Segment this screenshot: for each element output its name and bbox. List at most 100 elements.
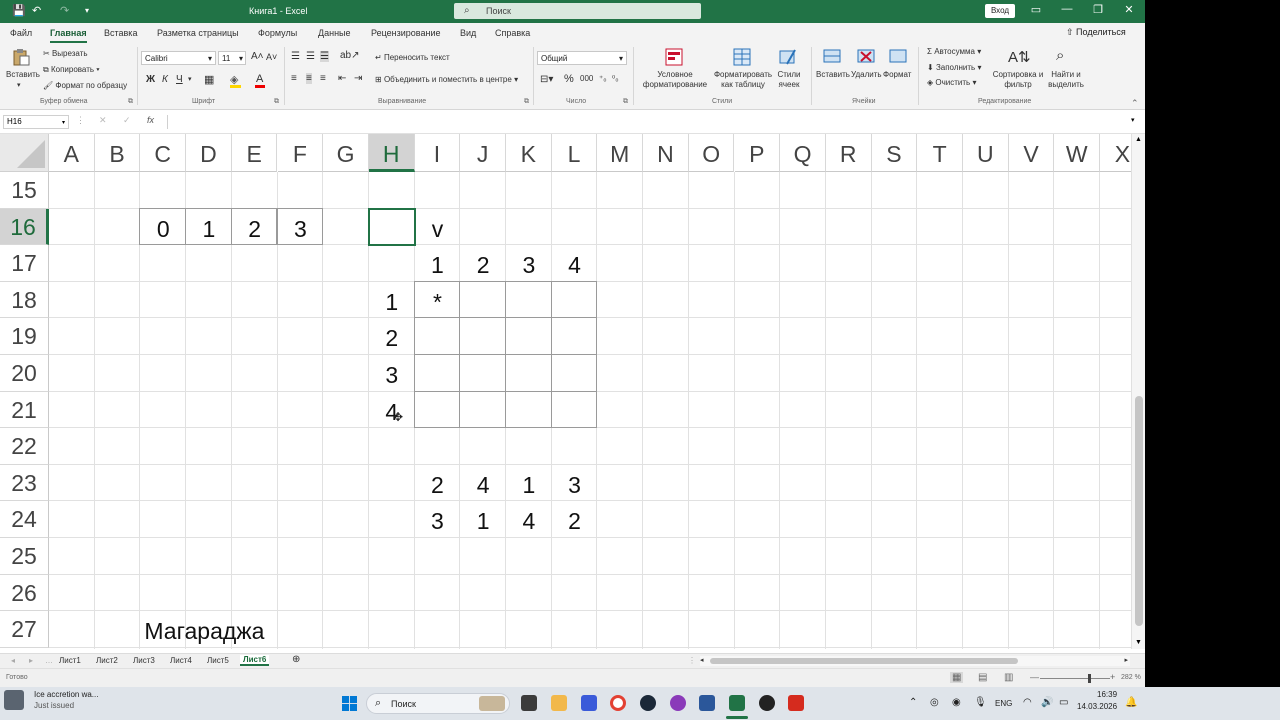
underline-dropdown-icon[interactable]: ▾	[188, 75, 192, 83]
save-app-icon[interactable]	[581, 695, 597, 711]
taskbar-search[interactable]: ⌕ Поиск	[366, 693, 510, 714]
volume-icon[interactable]: 🔊	[1041, 697, 1053, 708]
column-header-o[interactable]: O	[688, 134, 735, 172]
autosum-button[interactable]: Σ Автосумма ▾	[927, 47, 981, 56]
delete-cells-icon[interactable]	[857, 48, 875, 66]
cell-d16[interactable]: 1	[186, 209, 232, 246]
row-header-16[interactable]: 16	[0, 208, 49, 246]
align-top-icon[interactable]: ☰	[291, 51, 300, 62]
alignment-launcher-icon[interactable]: ⧉	[524, 98, 529, 106]
column-header-k[interactable]: K	[506, 134, 552, 172]
format-painter-button[interactable]: 🖌 Формат по образцу	[43, 81, 127, 90]
cell-l17[interactable]: 4	[552, 245, 598, 282]
sheet-tab-6[interactable]: Лист6	[240, 655, 270, 666]
horizontal-scrollbar[interactable]: ◂ ▸	[700, 656, 1130, 666]
column-header-w[interactable]: W	[1054, 134, 1101, 172]
decrease-indent-icon[interactable]: ⇤	[338, 73, 346, 84]
number-launcher-icon[interactable]: ⧉	[623, 98, 628, 106]
horizontal-scroll-thumb[interactable]	[710, 658, 1018, 664]
bold-button[interactable]: Ж	[146, 74, 155, 85]
cell-h18[interactable]: 1	[369, 282, 415, 319]
column-header-b[interactable]: B	[94, 134, 141, 172]
word-icon[interactable]	[699, 695, 715, 711]
cell-i16[interactable]: v	[415, 209, 461, 246]
messenger-icon[interactable]	[670, 695, 686, 711]
customize-quick-access-icon[interactable]: ▾	[85, 6, 89, 15]
cell-j24[interactable]: 1	[460, 501, 506, 538]
format-as-table-button[interactable]: Форматировать как таблицу	[710, 70, 776, 90]
tab-review[interactable]: Рецензирование	[371, 28, 441, 38]
column-header-v[interactable]: V	[1008, 134, 1055, 172]
column-header-l[interactable]: L	[551, 134, 598, 172]
scroll-right-icon[interactable]: ▸	[1124, 656, 1128, 664]
row-header-23[interactable]: 23	[0, 464, 49, 502]
find-select-button[interactable]: Найти и выделить	[1042, 70, 1090, 90]
scroll-down-icon[interactable]: ▼	[1135, 639, 1142, 646]
column-header-i[interactable]: I	[414, 134, 461, 172]
column-header-f[interactable]: F	[277, 134, 324, 172]
row-header-15[interactable]: 15	[0, 172, 49, 209]
cell-i24[interactable]: 3	[415, 501, 461, 538]
delete-cells-button[interactable]: Удалить	[851, 70, 882, 79]
language-indicator[interactable]: ENG	[995, 699, 1012, 708]
cell-l24[interactable]: 2	[552, 501, 598, 538]
cut-button[interactable]: ✂ Вырезать	[43, 49, 88, 58]
row-header-25[interactable]: 25	[0, 538, 49, 575]
font-color-icon[interactable]: A	[256, 73, 263, 85]
minimize-icon[interactable]: —	[1057, 3, 1077, 15]
tab-view[interactable]: Вид	[460, 28, 476, 38]
wrap-text-button[interactable]: ↵ Переносить текст	[375, 53, 450, 62]
zoom-slider-thumb[interactable]	[1088, 674, 1091, 683]
tab-help[interactable]: Справка	[495, 28, 530, 38]
tray-chevron-icon[interactable]: ⌃	[909, 697, 917, 708]
align-left-icon[interactable]: ≡	[291, 73, 297, 84]
font-size-select[interactable]: 11 ▾	[218, 51, 246, 65]
share-button[interactable]: ⇧ Поделиться	[1066, 27, 1126, 38]
sheet-tab-5[interactable]: Лист5	[207, 656, 229, 665]
formula-input[interactable]	[167, 115, 1140, 129]
column-header-d[interactable]: D	[186, 134, 232, 172]
vertical-scroll-thumb[interactable]	[1135, 396, 1143, 626]
wifi-icon[interactable]: ◠	[1023, 697, 1032, 708]
cell-i17[interactable]: 1	[415, 245, 461, 282]
insert-cells-icon[interactable]	[823, 48, 841, 66]
number-format-select[interactable]: Общий ▾	[537, 51, 627, 65]
weather-icon[interactable]	[4, 690, 24, 710]
task-view-icon[interactable]	[521, 695, 537, 711]
ribbon-display-icon[interactable]: ▭	[1026, 3, 1046, 16]
cell-h19[interactable]: 2	[369, 318, 415, 355]
selected-cell[interactable]	[367, 207, 416, 247]
tab-file[interactable]: Файл	[10, 28, 32, 38]
column-header-t[interactable]: T	[917, 134, 963, 172]
cell-i18[interactable]: *	[415, 282, 461, 319]
column-header-e[interactable]: E	[231, 134, 278, 172]
clear-button[interactable]: ◈ Очистить ▾	[927, 78, 976, 87]
page-break-view-icon[interactable]: ▥	[1004, 672, 1013, 683]
column-header-j[interactable]: J	[460, 134, 506, 172]
underline-button[interactable]: Ч	[176, 74, 183, 85]
column-header-p[interactable]: P	[734, 134, 781, 172]
cell-c27[interactable]: Магараджа	[140, 611, 323, 648]
tab-page-layout[interactable]: Разметка страницы	[157, 28, 239, 38]
cell-k23[interactable]: 1	[506, 465, 552, 502]
copy-button[interactable]: ⧉ Копировать ▾	[43, 65, 100, 75]
format-cells-button[interactable]: Формат	[883, 70, 911, 79]
close-icon[interactable]: ✕	[1119, 3, 1139, 16]
cell-e16[interactable]: 2	[232, 209, 278, 246]
cell-styles-icon[interactable]	[779, 48, 797, 66]
column-header-r[interactable]: R	[825, 134, 872, 172]
column-header-u[interactable]: U	[963, 134, 1009, 172]
row-header-20[interactable]: 20	[0, 355, 49, 392]
sheet-tab-3[interactable]: Лист3	[133, 656, 155, 665]
hscroll-options-icon[interactable]: ⋮	[688, 656, 696, 665]
align-middle-icon[interactable]: ☰	[306, 51, 315, 62]
excel-icon[interactable]	[729, 695, 745, 711]
merge-center-button[interactable]: ⊞ Объединить и поместить в центре ▾	[375, 75, 518, 84]
increase-indent-icon[interactable]: ⇥	[354, 73, 362, 84]
currency-format-icon[interactable]: ⊟▾	[540, 74, 553, 85]
paste-icon[interactable]	[12, 48, 30, 66]
decrease-font-icon[interactable]: A˅	[266, 52, 277, 62]
app-icon-2[interactable]	[788, 695, 804, 711]
sheet-tab-2[interactable]: Лист2	[96, 656, 118, 665]
conditional-formatting-button[interactable]: Условное форматирование	[640, 70, 710, 90]
